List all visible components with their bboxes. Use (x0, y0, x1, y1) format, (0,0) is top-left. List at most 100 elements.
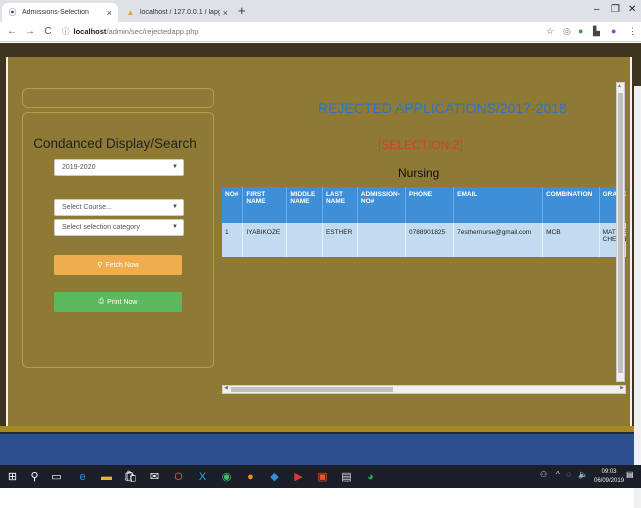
course-label: Nursing (398, 166, 440, 180)
chrome-favicon-icon: ⦿ (8, 8, 17, 17)
menu-dots-icon[interactable]: ⋮ (628, 26, 637, 37)
close-tab-icon[interactable]: × (223, 8, 228, 18)
profile-avatar-icon[interactable]: ● (611, 26, 616, 36)
year-select-value: 2019-2020 (62, 164, 96, 171)
taskbar-clock[interactable]: 09:03 06/09/2019 (594, 468, 624, 486)
chrome-icon[interactable]: ◕ (362, 468, 379, 485)
selection-label: [SELECTION:2] (378, 138, 463, 152)
column-header: EMAIL (453, 187, 544, 223)
page-footer (0, 426, 641, 465)
url-field[interactable]: ⓘ localhost/admin/sec/rejectedapp.php (62, 26, 199, 37)
footer-stripe-dark (0, 432, 641, 434)
table-cell: 0788901825 (405, 223, 455, 257)
applications-table-wrapper: NO# FIRST NAME MIDDLE NAME LAST NAME ADM… (222, 187, 626, 397)
phpmyadmin-favicon-icon: ▲ (126, 8, 135, 17)
fetch-button[interactable]: ⚲ Fetch Now (54, 255, 182, 275)
table-horizontal-scrollbar[interactable]: ◀ ▶ (222, 385, 626, 394)
chevron-down-icon: ▼ (172, 164, 178, 170)
extension-icon[interactable]: ▙ (593, 26, 600, 37)
applications-table: NO# FIRST NAME MIDDLE NAME LAST NAME ADM… (222, 187, 626, 257)
app-icon[interactable]: ◆ (266, 468, 283, 485)
task-view-icon[interactable]: ▭ (48, 468, 65, 485)
search-icon: ⚲ (97, 262, 103, 269)
close-window-icon[interactable]: ✕ (628, 4, 636, 15)
tab-phpmyadmin[interactable]: ▲ localhost / 127.0.0.1 / lapgac_icy × (120, 3, 234, 22)
table-row: 1 IYABIKOZE ESTHER 0788901825 7esthernur… (222, 223, 626, 257)
store-icon[interactable]: 🛍 (122, 468, 139, 485)
scrollbar-thumb[interactable] (231, 387, 393, 392)
page-title: REJECTED APPLICATIONS/2017-2018 (318, 100, 567, 116)
table-cell: MCB (542, 223, 600, 257)
extension-icon[interactable]: ◎ (563, 26, 571, 37)
fetch-button-label: Fetch Now (105, 261, 139, 269)
tab-admissions[interactable]: ⦿ Admissions-Selection × (2, 3, 118, 22)
search-icon[interactable]: ⚲ (26, 468, 43, 485)
windows-taskbar: ⊞ ⚲ ▭ e ▬ 🛍 ✉ O X ◉ ● ◆ ▶ ▣ ▤ ◕ ⚇ ^ ◌ 🔈 … (0, 465, 641, 488)
app-icon[interactable]: ▣ (314, 468, 331, 485)
scrollbar-thumb[interactable] (618, 93, 623, 373)
back-icon[interactable]: ← (6, 26, 18, 37)
windows-start-icon[interactable]: ⊞ (4, 468, 21, 485)
chevron-down-icon: ▼ (172, 204, 178, 210)
column-header: PHONE (405, 187, 455, 223)
tab-title: Admissions-Selection (22, 9, 89, 16)
app-icon[interactable]: ◉ (218, 468, 235, 485)
reload-icon[interactable]: C (42, 26, 54, 37)
pdf-icon[interactable]: ▶ (290, 468, 307, 485)
forward-icon[interactable]: → (24, 26, 36, 37)
network-icon[interactable]: ◌ (566, 470, 571, 479)
course-select-value: Select Course... (62, 204, 112, 211)
year-select[interactable]: 2019-2020 ▼ (54, 159, 184, 176)
print-icon: ⎙ (98, 298, 105, 305)
column-header: MIDDLE NAME (286, 187, 323, 223)
category-select[interactable]: Select selection category ▼ (54, 219, 184, 236)
table-vertical-scrollbar[interactable]: ▲ (616, 82, 625, 382)
category-select-value: Select selection category (62, 224, 140, 231)
table-cell: ESTHER (322, 223, 358, 257)
column-header: LAST NAME (322, 187, 358, 223)
scroll-up-icon[interactable]: ▲ (617, 83, 622, 89)
scroll-right-icon[interactable]: ▶ (620, 385, 624, 391)
column-header: NO# (222, 187, 244, 223)
firefox-icon[interactable]: ● (242, 468, 259, 485)
chevron-down-icon: ▼ (172, 224, 178, 230)
page-scrollbar[interactable] (634, 86, 641, 508)
clock-time: 09:03 (601, 469, 617, 475)
xampp-icon[interactable]: X (194, 468, 211, 485)
clock-date: 06/09/2019 (594, 478, 625, 484)
volume-icon[interactable]: 🔈 (578, 470, 588, 479)
notifications-icon[interactable]: ▤ (626, 470, 634, 479)
sidebar-top-panel (22, 88, 214, 108)
scroll-left-icon[interactable]: ◀ (224, 385, 228, 391)
address-bar: ← → C ⓘ localhost/admin/sec/rejectedapp.p… (0, 22, 641, 42)
print-button[interactable]: ⎙ Print Now (54, 292, 182, 312)
edge-icon[interactable]: e (74, 468, 91, 485)
column-header: COMBINATION (542, 187, 600, 223)
table-cell (357, 223, 407, 257)
table-cell: IYABIKOZE (242, 223, 288, 257)
url-host: localhost (73, 27, 107, 36)
table-cell (286, 223, 323, 257)
table-cell: 1 (222, 223, 244, 257)
file-explorer-icon[interactable]: ▬ (98, 468, 115, 485)
column-header: ADMISSION-NO# (357, 187, 407, 223)
new-tab-icon[interactable]: + (238, 3, 246, 18)
tray-chevron-icon[interactable]: ^ (556, 470, 560, 479)
maximize-icon[interactable]: ❐ (611, 4, 620, 15)
bookmark-star-icon[interactable]: ☆ (546, 26, 554, 37)
column-header: FIRST NAME (242, 187, 288, 223)
url-path: /admin/sec/rejectedapp.php (106, 27, 199, 36)
extension-icon[interactable]: ● (578, 26, 583, 36)
browser-tabstrip: ⦿ Admissions-Selection × ▲ localhost / 1… (0, 0, 641, 22)
sidebar-title: Condanced Display/Search (33, 136, 197, 151)
opera-icon[interactable]: O (170, 468, 187, 485)
close-tab-icon[interactable]: × (107, 8, 112, 18)
app-icon[interactable]: ▤ (338, 468, 355, 485)
minimize-icon[interactable]: – (594, 4, 600, 15)
table-cell: 7esthernurse@gmail.com (453, 223, 544, 257)
mail-icon[interactable]: ✉ (146, 468, 163, 485)
print-button-label: Print Now (107, 298, 138, 306)
info-icon[interactable]: ⓘ (62, 27, 70, 36)
course-select[interactable]: Select Course... ▼ (54, 199, 184, 216)
people-icon[interactable]: ⚇ (540, 470, 547, 479)
